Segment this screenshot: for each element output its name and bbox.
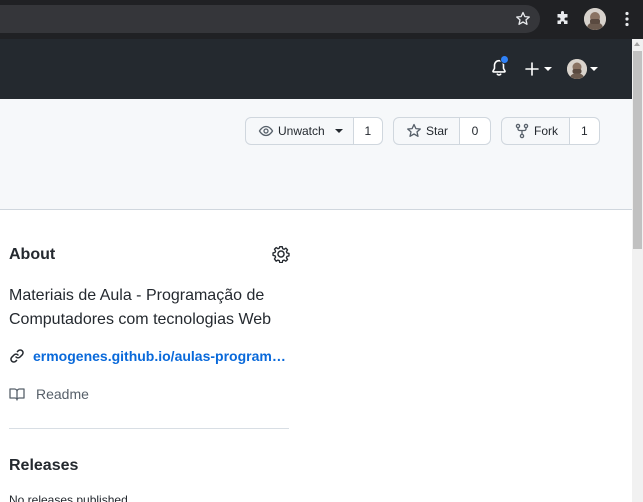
watch-button-group: Unwatch 1 [245, 117, 383, 145]
star-count[interactable]: 0 [460, 118, 490, 144]
notification-dot [500, 55, 509, 64]
fork-button[interactable]: Fork [502, 118, 570, 144]
book-icon [9, 388, 25, 401]
user-menu[interactable] [567, 58, 603, 80]
star-button[interactable]: Star [394, 118, 460, 144]
readme-label: Readme [36, 386, 89, 402]
puzzle-icon[interactable] [552, 8, 574, 30]
bookmark-star-icon[interactable] [512, 8, 534, 30]
create-new-menu[interactable] [524, 59, 556, 79]
fork-count[interactable]: 1 [569, 118, 599, 144]
chevron-down-icon [544, 67, 552, 71]
plus-icon [525, 62, 539, 76]
scroll-up-icon[interactable] [634, 42, 640, 46]
gear-icon[interactable] [272, 245, 290, 264]
about-description: Materiais de Aula - Programação de Compu… [9, 287, 272, 328]
about-title: About [9, 246, 56, 263]
page-scrollbar[interactable] [632, 39, 643, 502]
eye-icon [258, 125, 274, 137]
avatar[interactable] [584, 8, 606, 30]
star-button-group: Star 0 [393, 117, 491, 145]
watch-count[interactable]: 1 [353, 118, 382, 144]
github-header [0, 39, 632, 99]
releases-title[interactable]: Releases [9, 457, 78, 475]
repo-header: Unwatch 1 Star 0 Fork 1 [0, 99, 632, 210]
fork-button-group: Fork 1 [501, 117, 600, 145]
address-bar[interactable] [0, 5, 540, 33]
readme-link[interactable]: Readme [9, 386, 89, 402]
website-link-row[interactable]: ermogenes.github.io/aulas-programacao-co… [9, 348, 299, 364]
page-root: Unwatch 1 Star 0 Fork 1 About Materiais … [0, 0, 643, 502]
website-link[interactable]: ermogenes.github.io/aulas-programacao-co… [33, 348, 289, 364]
chevron-down-icon [334, 129, 343, 133]
section-divider [9, 428, 289, 429]
kebab-menu-icon[interactable] [616, 8, 638, 30]
scroll-thumb[interactable] [633, 51, 642, 249]
star-label: Star [426, 124, 449, 138]
no-releases-text: No releases published [9, 493, 128, 502]
browser-toolbar [0, 0, 643, 39]
unwatch-button[interactable]: Unwatch [246, 118, 354, 144]
chevron-down-icon [590, 67, 598, 71]
link-icon [10, 349, 24, 363]
unwatch-label: Unwatch [278, 124, 325, 138]
avatar [567, 59, 587, 79]
fork-label: Fork [534, 124, 558, 138]
fork-icon [515, 123, 529, 139]
star-icon [407, 123, 421, 137]
